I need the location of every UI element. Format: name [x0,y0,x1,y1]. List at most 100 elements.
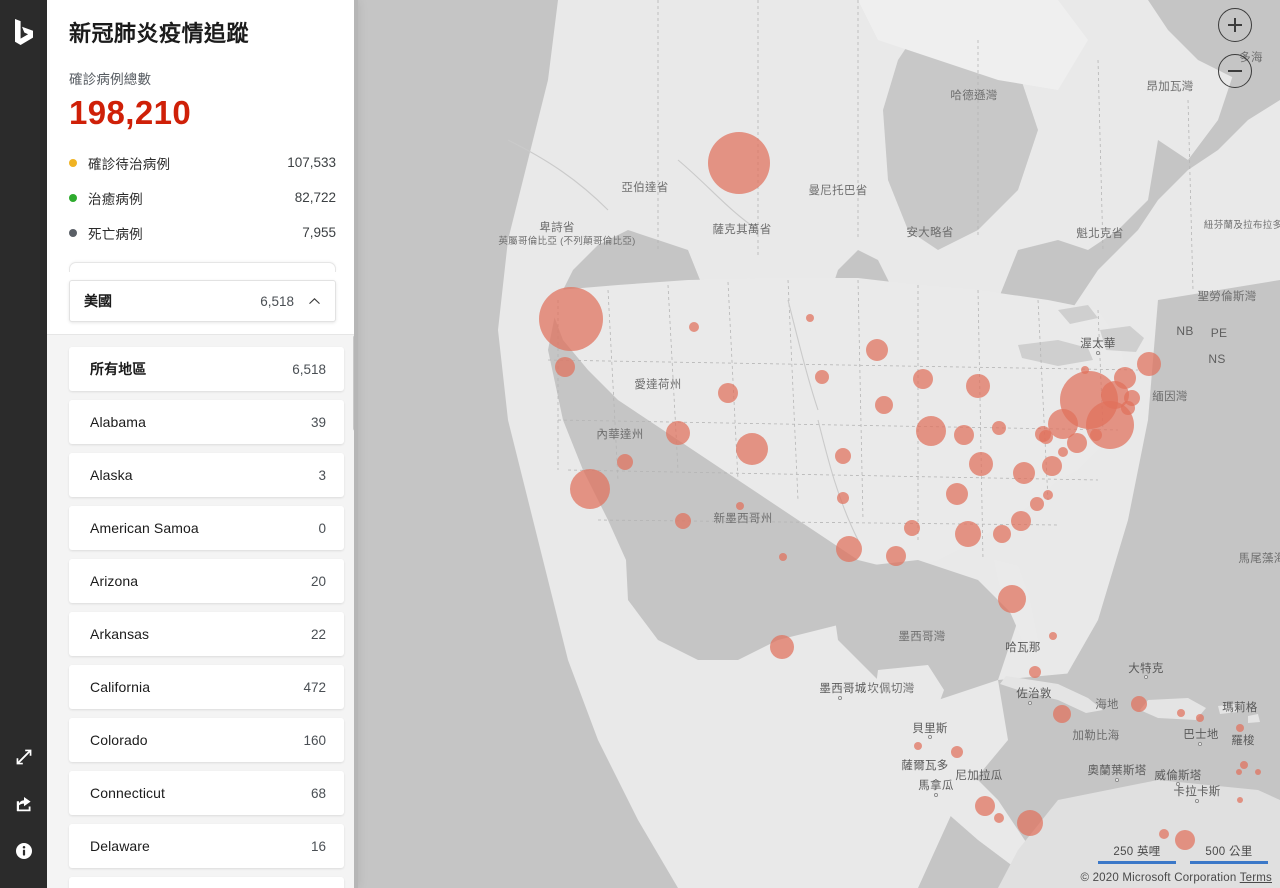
share-icon[interactable] [0,780,47,827]
case-bubble[interactable] [718,383,738,403]
bing-logo-icon[interactable] [0,18,47,48]
case-bubble[interactable] [837,492,849,504]
stats-sidebar: 新冠肺炎疫情追蹤 確診病例總數 198,210 確診待治病例 107,533 治… [47,0,358,888]
legend-value-active: 107,533 [287,155,336,171]
plus-icon-vertical [1234,18,1236,32]
case-bubble[interactable] [913,369,933,389]
case-bubble[interactable] [994,813,1004,823]
case-bubble[interactable] [1017,810,1043,836]
case-bubble[interactable] [806,314,814,322]
list-item[interactable]: American Samoa 0 [69,506,344,551]
case-bubble[interactable] [1030,497,1044,511]
case-bubble[interactable] [1237,797,1243,803]
list-item[interactable]: Delaware 16 [69,824,344,869]
case-bubble[interactable] [770,635,794,659]
case-bubble[interactable] [1013,462,1035,484]
case-bubble[interactable] [914,742,922,750]
expand-icon[interactable] [0,733,47,780]
case-bubble[interactable] [617,454,633,470]
case-bubble[interactable] [1042,456,1062,476]
case-bubble[interactable] [955,521,981,547]
case-bubble[interactable] [835,448,851,464]
region-list[interactable]: 所有地區 6,518 Alabama 39 Alaska 3 American Samoa 0… [47,335,358,888]
case-bubble[interactable] [539,287,603,351]
case-bubble[interactable] [1114,367,1136,389]
case-bubble[interactable] [1067,433,1087,453]
case-bubble[interactable] [875,396,893,414]
case-bubble[interactable] [815,370,829,384]
case-bubble[interactable] [969,452,993,476]
list-item[interactable]: Florida195 [69,877,344,888]
case-bubble[interactable] [951,746,963,758]
case-bubble[interactable] [992,421,1006,435]
case-bubble[interactable] [1240,761,1248,769]
list-item-label: American Samoa [90,520,199,537]
case-bubble[interactable] [666,421,690,445]
region-select-name: 美國 [84,293,112,310]
list-item[interactable]: Colorado 160 [69,718,344,763]
case-bubble[interactable] [1131,696,1147,712]
info-icon[interactable] [0,827,47,874]
case-bubble[interactable] [946,483,968,505]
case-bubble[interactable] [736,433,768,465]
case-bubble[interactable] [1255,769,1261,775]
case-bubble[interactable] [1196,714,1204,722]
case-bubble[interactable] [1049,632,1057,640]
terms-link[interactable]: Terms [1240,872,1272,884]
case-bubble[interactable] [836,536,862,562]
map-canvas[interactable]: 卑詩省 英屬哥倫比亞 (不列顛哥倫比亞) 亞伯達省 薩克其萬省 曼尼托巴省 安大略省 哈德遜… [358,0,1280,888]
case-bubble[interactable] [675,513,691,529]
zoom-out-button[interactable] [1218,54,1252,88]
case-bubble[interactable] [975,796,995,816]
region-select-count: 6,518 [260,293,294,309]
region-select[interactable]: 美國 6,518 [69,280,336,323]
list-item-label: Colorado [90,732,148,749]
case-bubble[interactable] [736,502,744,510]
case-bubble[interactable] [1053,705,1071,723]
case-bubble[interactable] [886,546,906,566]
case-bubble[interactable] [1236,724,1244,732]
case-bubble[interactable] [1081,366,1089,374]
case-bubble[interactable] [998,585,1026,613]
case-bubble[interactable] [1159,829,1169,839]
case-bubble[interactable] [1137,352,1161,376]
case-bubble[interactable] [708,132,770,194]
list-item-label: Alabama [90,414,146,431]
legend-value-fatal: 7,955 [302,225,336,241]
case-bubble[interactable] [1236,769,1242,775]
map-city-dot-icon [1176,782,1180,786]
list-item[interactable]: Connecticut 68 [69,771,344,816]
chevron-up-icon [308,295,321,308]
list-item-label: California [90,679,151,696]
list-item[interactable]: Arkansas 22 [69,612,344,657]
case-bubble[interactable] [1177,709,1185,717]
case-bubble[interactable] [1058,447,1068,457]
case-bubble[interactable] [1090,429,1102,441]
case-bubble[interactable] [555,357,575,377]
case-bubble[interactable] [1121,401,1135,415]
case-bubble[interactable] [993,525,1011,543]
zoom-in-button[interactable] [1218,8,1252,42]
list-item[interactable]: Alaska 3 [69,453,344,498]
list-item[interactable]: Alabama 39 [69,400,344,445]
map-scale-bars: 250 英哩 500 公里 [1098,843,1268,864]
map-city-dot-icon [1144,675,1148,679]
case-bubble[interactable] [1039,430,1053,444]
map-city-dot-icon [1198,742,1202,746]
list-item[interactable]: Arizona 20 [69,559,344,604]
case-bubble[interactable] [570,469,610,509]
total-cases-label: 確診病例總數 [69,71,152,87]
case-bubble[interactable] [1043,490,1053,500]
case-bubble[interactable] [1029,666,1041,678]
case-bubble[interactable] [904,520,920,536]
list-item[interactable]: 所有地區 6,518 [69,347,344,392]
case-bubble[interactable] [866,339,888,361]
case-bubble[interactable] [916,416,946,446]
page-title: 新冠肺炎疫情追蹤 [69,21,250,46]
list-item[interactable]: California 472 [69,665,344,710]
case-bubble[interactable] [966,374,990,398]
case-bubble[interactable] [1011,511,1031,531]
case-bubble[interactable] [779,553,787,561]
case-bubble[interactable] [954,425,974,445]
case-bubble[interactable] [689,322,699,332]
